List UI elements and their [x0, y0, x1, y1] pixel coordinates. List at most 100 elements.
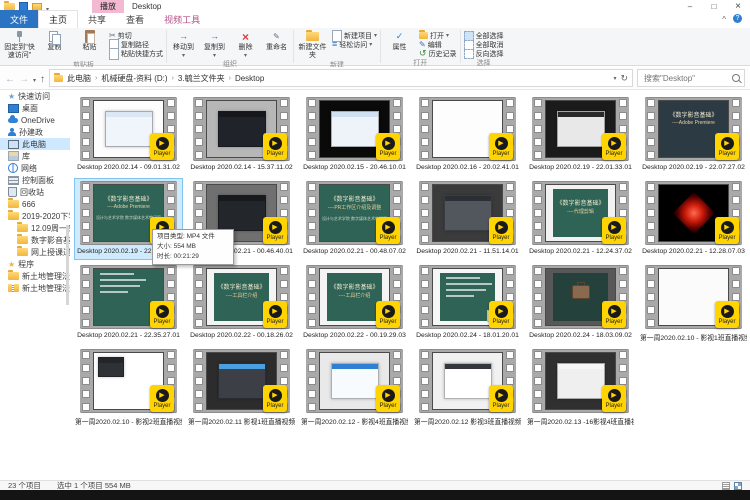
file-tile[interactable]: ▶Player Desktop 2020.02.16 - 20.02.41.01 [414, 95, 521, 175]
sidebar-item[interactable]: 库 [0, 150, 70, 162]
sidebar-item[interactable]: 此电脑 [0, 138, 70, 150]
thumbnails-view-icon[interactable] [734, 482, 742, 490]
filmstrip-hole [167, 267, 175, 275]
screenshot-window [331, 111, 379, 147]
delete-button[interactable]: 删除 [230, 30, 261, 59]
sidebar-item[interactable]: 12.09周一交 [0, 222, 70, 234]
file-tile[interactable]: ▶PlayerDesktop 2020.02.14 - 09.01.31.02 [75, 95, 182, 175]
file-name: Desktop 2020.02.16 - 20.02.41.01 [414, 164, 521, 171]
player-badge: ▶Player [376, 301, 400, 328]
filmstrip-hole [534, 267, 542, 275]
sidebar-scrollbar-thumb[interactable] [66, 225, 69, 305]
search-input[interactable] [642, 73, 729, 84]
filmstrip-hole [308, 196, 316, 204]
pin-to-quick-access-button[interactable]: 固定到"快速访问" [2, 30, 37, 60]
file-tile[interactable]: ▶PlayerDesktop 2020.02.19 - 22.01.33.01 [527, 95, 634, 175]
slide-inset [553, 273, 608, 321]
move-to-icon [179, 32, 188, 41]
file-tile[interactable]: 《数字影音基础》----Adobe Premiere▶PlayerDesktop… [640, 95, 747, 175]
tab-file[interactable]: 文件 [0, 10, 38, 28]
file-tile[interactable]: ▶PlayerDesktop 2020.02.14 - 15.37.11.02 [188, 95, 295, 175]
file-list-area[interactable]: ▶PlayerDesktop 2020.02.14 - 09.01.31.02▶… [70, 90, 750, 480]
sidebar-item[interactable]: 2019-2020下学期数 [0, 210, 70, 222]
ribbon-group-open: 属性 打开 编辑 历史记录 打开 [382, 28, 459, 65]
file-tile[interactable]: 《数字影音基础》----工具栏介绍▶PlayerDesktop 2020.02.… [301, 263, 408, 343]
file-tile[interactable]: ▶PlayerDesktop 2020.02.21 - 12.28.07.03 [640, 179, 747, 259]
file-tile[interactable]: ▶PlayerDesktop 2020.02.15 - 20.46.10.01 [301, 95, 408, 175]
rename-button[interactable]: 重命名 [261, 30, 292, 52]
help-icon[interactable] [733, 14, 742, 23]
sidebar-item[interactable]: 网络 [0, 162, 70, 174]
minimize-button[interactable] [678, 0, 702, 13]
back-icon[interactable] [5, 70, 15, 86]
file-tile[interactable]: 《数字影音基础》----工具栏介绍▶PlayerDesktop 2020.02.… [188, 263, 295, 343]
sidebar-item[interactable]: 网上授课过程存留 [0, 246, 70, 258]
sidebar-item[interactable]: 桌面 [0, 102, 70, 114]
copy-button[interactable]: 复制 [37, 30, 72, 52]
sidebar-item[interactable]: 新土地管理法 (2) [0, 282, 70, 294]
breadcrumb-item[interactable]: 3.毓兰文件夹 [176, 73, 227, 84]
file-tile[interactable]: 《数字影音基础》----PR工作区介绍及调整设计与艺术学院 数字媒体艺术教研室▶… [301, 179, 408, 259]
file-tile[interactable]: ▶Player第一周2020.02.12 - 影视4班直播视频全 [301, 347, 408, 427]
tab-home[interactable]: 主页 [38, 10, 78, 29]
video-thumbnail: ▶Player [419, 97, 516, 161]
paste-button[interactable]: 粘贴 [72, 30, 107, 52]
breadcrumb-item[interactable]: 机械硬盘-资料 (D:) [99, 73, 169, 84]
filmstrip-hole [195, 306, 203, 314]
sidebar-item[interactable]: 快速访问 [0, 90, 70, 102]
file-tile[interactable]: ▶Player第一周2020.02.12 影视3班直播视频上 [414, 347, 521, 427]
sidebar-item[interactable]: 程序 [0, 258, 70, 270]
details-view-icon[interactable] [722, 482, 730, 490]
sidebar-item[interactable]: 回收站 [0, 186, 70, 198]
sidebar-item[interactable]: OneDrive [0, 114, 70, 126]
sidebar-item[interactable]: 控制面板 [0, 174, 70, 186]
file-tile[interactable]: 《数字影音基础》----代理剪辑▶PlayerDesktop 2020.02.2… [527, 179, 634, 259]
tab-video-tools[interactable]: 视频工具 [154, 11, 210, 28]
sidebar-item[interactable]: 数字影音基础相关 [0, 234, 70, 246]
refresh-icon[interactable] [620, 74, 628, 83]
tab-view[interactable]: 查看 [116, 11, 154, 28]
filmstrip-hole [732, 209, 740, 217]
filmstrip-hole [195, 209, 203, 217]
move-to-button[interactable]: 移动到 [168, 30, 199, 59]
up-icon[interactable] [40, 70, 45, 86]
search-box[interactable] [637, 69, 745, 87]
history-button[interactable]: 历史记录 [417, 49, 459, 58]
filmstrip-hole [421, 196, 429, 204]
file-tile[interactable]: ▶Player第一周2020.02.13 -16影视4班直播视频全 [527, 347, 634, 427]
file-tile[interactable]: ▶PlayerDesktop 2020.02.21 - 22.35.27.01 [75, 263, 182, 343]
slide-text-bar [446, 289, 486, 291]
filmstrip-hole [647, 319, 655, 327]
folder-icon [17, 236, 28, 244]
filmstrip-hole [195, 138, 203, 146]
folder-icon [8, 200, 19, 208]
file-tile[interactable]: ▶PlayerDesktop 2020.02.24 - 18.03.09.02 [527, 263, 634, 343]
properties-button[interactable]: 属性 [382, 30, 417, 52]
copy-icon [49, 31, 60, 43]
tab-share[interactable]: 共享 [78, 11, 116, 28]
forward-icon[interactable] [19, 70, 29, 86]
breadcrumb-item[interactable]: 此电脑 [65, 73, 93, 84]
recent-locations-caret-icon[interactable] [33, 70, 36, 86]
file-tile[interactable]: ▶Player第一周2020.02.10 - 影视2班直播视频全 [75, 347, 182, 427]
file-tile[interactable]: ▶PlayerDesktop 2020.02.21 - 11.51.14.01 [414, 179, 521, 259]
collapse-ribbon-icon[interactable] [722, 10, 726, 26]
breadcrumb-item[interactable]: Desktop [233, 74, 266, 83]
filmstrip-hole [393, 293, 401, 301]
file-tile[interactable]: ▶Player第一周2020.02.11 影视1班直播视频下 [188, 347, 295, 427]
new-folder-button[interactable]: 新建文件夹 [295, 30, 330, 60]
sidebar-item[interactable]: 新土地管理法 [0, 270, 70, 282]
filmstrip-hole [82, 99, 90, 107]
file-tile[interactable]: ▶PlayerDesktop 2020.02.24 - 18.01.20.01 [414, 263, 521, 343]
paste-shortcut-button[interactable]: 粘贴快捷方式 [107, 49, 165, 58]
invert-selection-button[interactable]: 反向选择 [462, 49, 506, 58]
filmstrip-hole [82, 364, 90, 372]
address-dropdown-icon[interactable] [613, 74, 616, 82]
file-tile[interactable]: ▶Player第一周2020.02.10 - 影视1班直播视频上 [640, 263, 747, 343]
player-badge-label: Player [379, 319, 396, 325]
copy-to-button[interactable]: 复制到 [199, 30, 230, 59]
address-box[interactable]: 此电脑›机械硬盘-资料 (D:)›3.毓兰文件夹›Desktop [49, 69, 633, 87]
sidebar-item[interactable]: 孙建政 [0, 126, 70, 138]
screenshot-window [98, 357, 124, 377]
sidebar-item[interactable]: 666 [0, 198, 70, 210]
